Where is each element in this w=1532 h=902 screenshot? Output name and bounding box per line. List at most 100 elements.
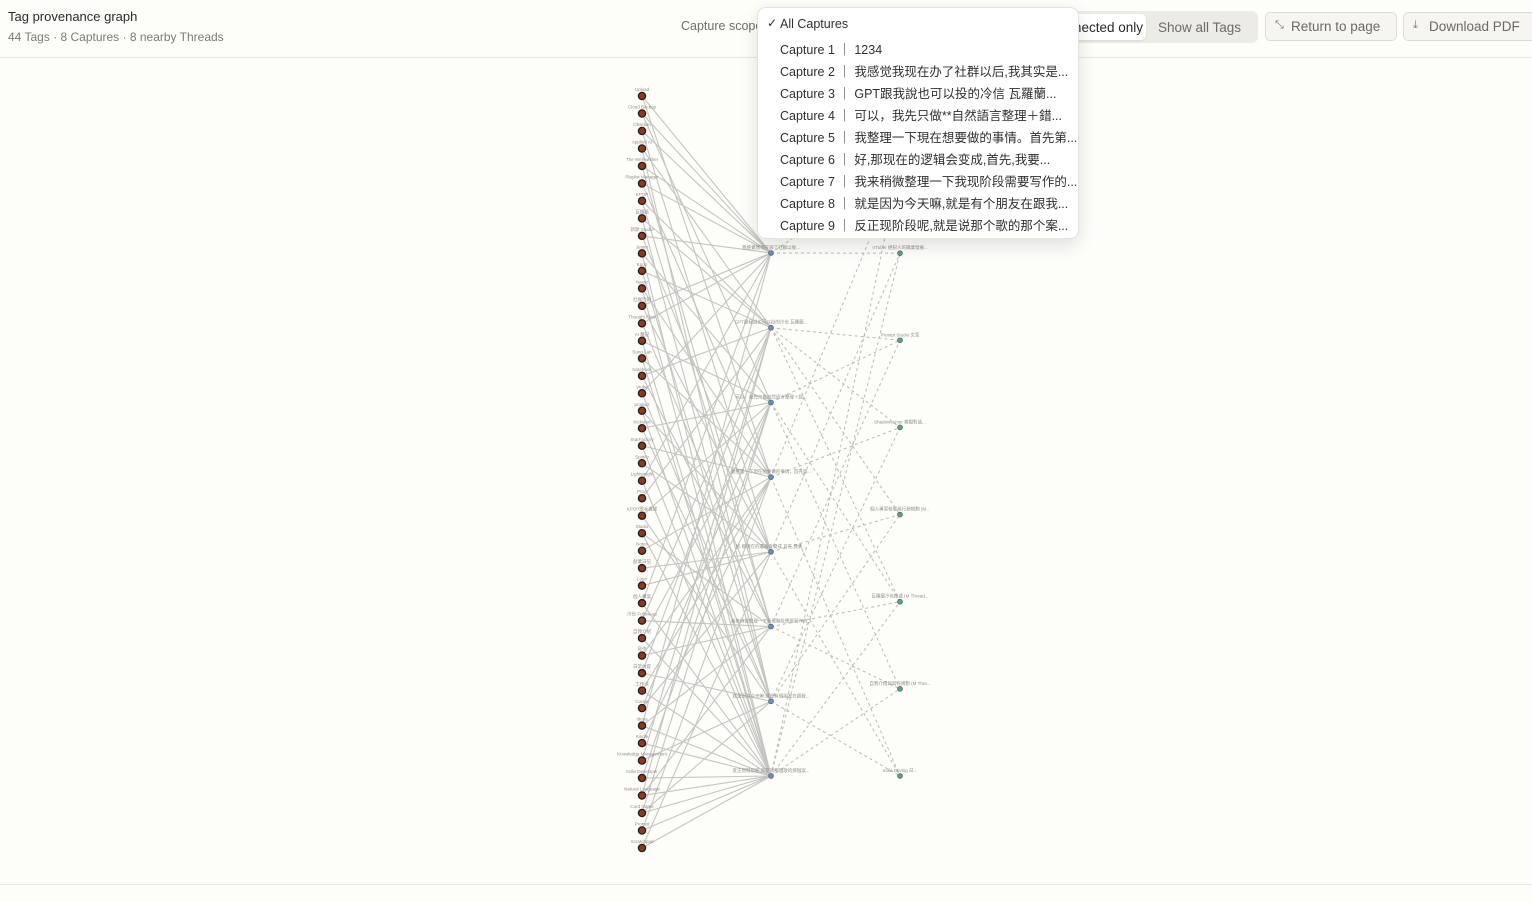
thread-label: VTuber 經紀人的職業發展... — [872, 244, 928, 251]
thread-node[interactable] — [897, 337, 903, 344]
thread-node[interactable] — [897, 250, 903, 256]
tag-label: Jester — [636, 244, 649, 249]
tag-node[interactable] — [637, 196, 647, 206]
capture-thread-edge — [770, 339, 901, 403]
dropdown-option-all-captures[interactable]: ✓ All Captures — [758, 13, 1078, 35]
capture-node[interactable] — [768, 324, 774, 331]
tag-node[interactable] — [637, 511, 647, 520]
tag-node[interactable] — [637, 773, 647, 783]
download-icon: ⤓ — [1413, 19, 1418, 31]
tag-node[interactable] — [637, 459, 647, 468]
tag-label: Upload — [635, 87, 650, 92]
tag-label: Notes — [636, 542, 649, 547]
tag-node[interactable] — [637, 808, 647, 818]
tag-label: Logo — [637, 577, 648, 582]
tag-label: Card Game — [630, 804, 654, 809]
thread-node[interactable] — [897, 773, 903, 779]
tag-node[interactable] — [637, 668, 647, 678]
tag-node[interactable] — [637, 441, 647, 451]
tag-node[interactable] — [637, 756, 647, 765]
thread-node[interactable] — [897, 511, 903, 518]
tag-label: Scratchpad — [631, 839, 654, 844]
tag-node[interactable] — [637, 91, 647, 101]
tag-node[interactable] — [637, 791, 647, 800]
tag-node[interactable] — [637, 651, 647, 660]
tag-node[interactable] — [637, 843, 647, 853]
tag-node[interactable] — [637, 161, 647, 171]
tag-node[interactable] — [637, 546, 647, 555]
tag-node[interactable] — [637, 319, 647, 328]
capture-node[interactable] — [768, 549, 774, 555]
capture-label: 就是因為今天嘛,就是有個朋友在跟我... — [733, 692, 810, 699]
capture-scope-label: Capture scope — [681, 19, 763, 33]
tag-node[interactable] — [637, 581, 647, 590]
thread-label: 自我介紹與寫作規劃 (M Thre... — [869, 680, 930, 687]
tag-node[interactable] — [637, 249, 647, 258]
tag-node[interactable] — [637, 633, 647, 643]
tag-label: Spotify — [635, 454, 650, 459]
tag-node[interactable] — [637, 686, 647, 695]
tag-node[interactable] — [637, 738, 647, 748]
tag-label: Thought Flow — [628, 314, 656, 319]
capture-node[interactable] — [768, 399, 774, 406]
tag-node[interactable] — [637, 126, 647, 136]
tag-capture-edge — [641, 462, 772, 553]
dropdown-option-capture-9[interactable]: Capture 9 ｜ 反正现阶段呢,就是说那个歌的那个案... — [758, 211, 1078, 233]
dropdown-option-capture-4[interactable]: Capture 4 ｜ 可以，我先只做**自然語言整理＋錯... — [758, 101, 1078, 123]
tag-node[interactable] — [637, 406, 647, 416]
tag-node[interactable] — [637, 616, 647, 625]
thread-node[interactable] — [897, 598, 903, 605]
capture-thread-edge — [770, 551, 901, 777]
tag-label: Naver — [636, 279, 649, 284]
tag-label: AI 雜記 — [635, 331, 650, 338]
tag-node[interactable] — [637, 109, 647, 118]
tag-node[interactable] — [637, 354, 647, 363]
dropdown-option-capture-3[interactable]: Capture 3 ｜ GPT跟我說也可以投的冷信 瓦羅蘭... — [758, 79, 1078, 101]
tag-node[interactable] — [637, 266, 647, 276]
show-all-tags-option[interactable]: Show all Tags — [1158, 20, 1241, 35]
tag-node[interactable] — [637, 528, 647, 538]
tag-node[interactable] — [637, 284, 647, 293]
download-pdf-button[interactable]: ⤓ Download PDF — [1403, 12, 1532, 41]
tag-label: ProA — [637, 489, 647, 494]
thread-node[interactable] — [897, 424, 903, 431]
tag-label: Suno Lab — [632, 349, 652, 354]
capture-node[interactable] — [768, 698, 774, 705]
capture-node[interactable] — [768, 474, 774, 480]
tag-node[interactable] — [637, 214, 647, 223]
tag-node[interactable] — [637, 493, 647, 503]
return-to-page-label: Return to page — [1291, 19, 1381, 34]
option-label: Capture 2 ｜ 我感觉我现在办了社群以后,我其实是... — [780, 65, 1069, 79]
thread-node[interactable] — [897, 686, 903, 692]
tag-label: Obsidian — [633, 122, 651, 127]
dropdown-option-capture-2[interactable]: Capture 2 ｜ 我感觉我现在办了社群以后,我其实是... — [758, 57, 1078, 79]
tag-node[interactable] — [637, 703, 647, 713]
capture-node[interactable] — [768, 623, 774, 630]
tag-label: Kickstart — [633, 419, 651, 424]
tag-node[interactable] — [637, 598, 647, 608]
return-to-page-button[interactable]: ⤡ Return to page — [1265, 12, 1397, 41]
tag-node[interactable] — [637, 336, 647, 346]
capture-node[interactable] — [768, 773, 774, 779]
dropdown-option-capture-8[interactable]: Capture 8 ｜ 就是因为今天嘛,就是有个朋友在跟我... — [758, 189, 1078, 211]
dropdown-option-capture-7[interactable]: Capture 7 ｜ 我来稍微整理一下我现阶段需要写作的... — [758, 167, 1078, 189]
dropdown-option-capture-1[interactable]: Capture 1 ｜ 1234 — [758, 35, 1078, 57]
capture-node[interactable] — [768, 250, 774, 256]
tag-node[interactable] — [637, 144, 647, 153]
thread-label: Indie Devlog 日... — [883, 768, 918, 774]
tag-node[interactable] — [637, 563, 647, 573]
tag-node[interactable] — [637, 389, 647, 398]
capture-scope-dropdown[interactable]: ✓ All Captures Capture 1 ｜ 1234 Capture 2… — [757, 7, 1079, 239]
tag-capture-edge — [641, 113, 772, 403]
tag-node[interactable] — [637, 371, 647, 381]
tag-node[interactable] — [637, 476, 647, 485]
tag-node[interactable] — [637, 826, 647, 835]
tag-node[interactable] — [637, 301, 647, 311]
tag-label: product — [634, 402, 650, 407]
tag-node[interactable] — [637, 179, 647, 188]
tag-node[interactable] — [637, 721, 647, 730]
tag-node[interactable] — [637, 424, 647, 433]
dropdown-option-capture-5[interactable]: Capture 5 ｜ 我整理一下現在想要做的事情。首先第... — [758, 123, 1078, 145]
tag-node[interactable] — [637, 231, 647, 241]
dropdown-option-capture-6[interactable]: Capture 6 ｜ 好,那现在的逻辑会变成,首先,我要... — [758, 145, 1078, 167]
